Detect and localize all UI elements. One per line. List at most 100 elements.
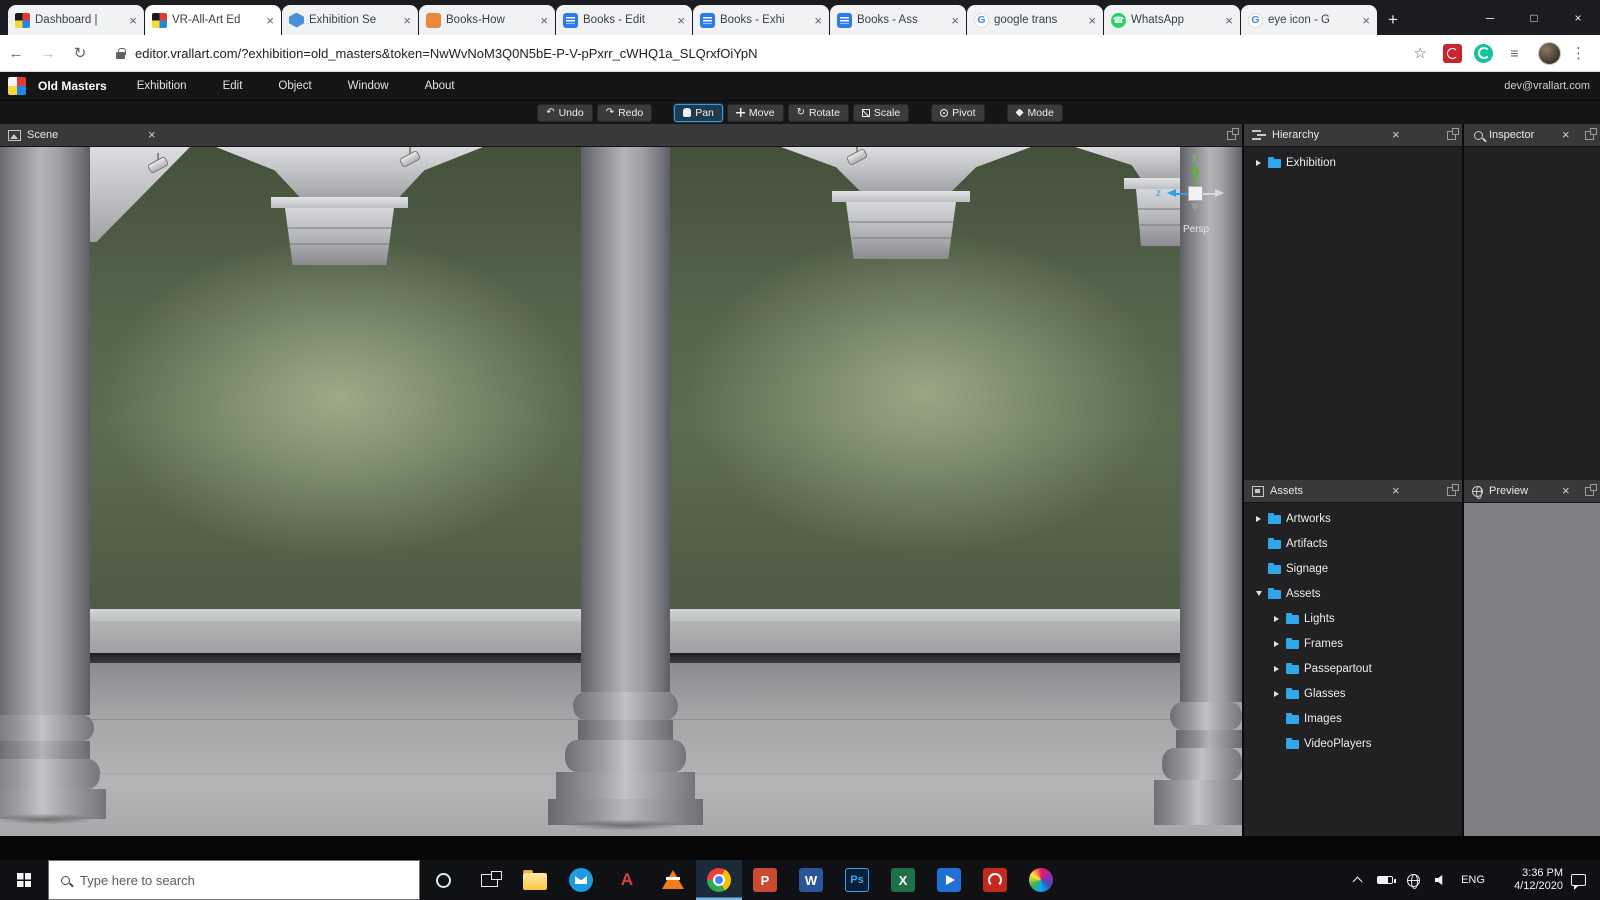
language-indicator[interactable]: ENG [1455,874,1491,886]
taskbar-app-movies[interactable] [926,860,972,900]
mode-button[interactable]: Mode [1006,103,1063,122]
assets-close-icon[interactable]: × [1392,484,1400,497]
preview-close-icon[interactable]: × [1562,484,1570,497]
assets-item-videoplayers[interactable]: VideoPlayers [1244,731,1462,756]
menu-edit[interactable]: Edit [223,80,243,92]
gizmo-projection-label[interactable]: Persp [1150,225,1242,235]
expand-arrow-icon[interactable] [1254,516,1263,522]
tab-close-icon[interactable]: × [403,14,411,27]
grammarly-extension-icon[interactable] [1474,43,1493,63]
taskbar-clock[interactable]: 3:36 PM 4/12/2020 [1499,867,1563,894]
hierarchy-close-icon[interactable]: × [1392,128,1400,141]
start-button[interactable] [0,860,48,900]
tab-close-icon[interactable]: × [677,14,685,27]
forward-icon[interactable]: → [32,45,64,62]
bookmark-star-icon[interactable]: ☆ [1414,44,1427,62]
browser-tab-books-ass[interactable]: Books - Ass × [830,5,966,35]
gizmo-y-arrowhead[interactable] [1191,165,1199,173]
assets-item-artifacts[interactable]: Artifacts [1244,531,1462,556]
corbel-bracket[interactable] [846,202,956,259]
browser-tab-google-translate[interactable]: G google trans × [967,5,1103,35]
menu-window[interactable]: Window [348,80,389,92]
assets-popout-icon[interactable] [1447,484,1459,496]
taskbar-app-file-explorer[interactable] [512,860,558,900]
https-lock-icon[interactable] [116,47,126,59]
url-text[interactable]: editor.vrallart.com/?exhibition=old_mast… [135,46,1404,61]
column-middle-shaft[interactable] [581,147,670,692]
assets-item-frames[interactable]: Frames [1244,631,1462,656]
taskbar-app-mail[interactable] [558,860,604,900]
menu-about[interactable]: About [425,80,455,92]
pdf-extension-icon[interactable] [1443,43,1462,63]
hierarchy-popout-icon[interactable] [1447,128,1459,140]
taskbar-app-paint3d[interactable] [1018,860,1064,900]
battery-indicator[interactable] [1371,860,1399,900]
task-view-button[interactable] [466,860,512,900]
assets-item-images[interactable]: Images [1244,706,1462,731]
taskbar-app-autocad[interactable]: A [604,860,650,900]
taskbar-search-input[interactable] [80,872,380,888]
gizmo-down-arrowhead[interactable] [1191,203,1199,212]
assets-item-assets[interactable]: Assets [1244,581,1462,606]
scale-tool-button[interactable]: Scale [852,103,910,122]
vrallart-logo[interactable] [8,77,26,95]
scene-viewport[interactable]: y z Persp [0,147,1242,836]
pan-tool-button[interactable]: Pan [674,103,723,122]
spotlight[interactable] [146,153,172,179]
back-icon[interactable]: ← [0,45,32,62]
browser-tab-exhibition[interactable]: Exhibition Se × [282,5,418,35]
gizmo-x-arrowhead[interactable] [1215,189,1224,197]
window-maximize-button[interactable]: □ [1512,0,1556,35]
browser-tab-books-how[interactable]: Books-How × [419,5,555,35]
column-left-shaft[interactable] [0,147,90,715]
tab-close-icon[interactable]: × [1225,14,1233,27]
new-tab-button[interactable]: + [1378,5,1408,35]
browser-tab-vrallart-editor[interactable]: VR-All-Art Ed × [145,5,281,35]
taskbar-search[interactable] [48,860,420,900]
rotate-tool-button[interactable]: ↻ Rotate [787,103,849,122]
undo-button[interactable]: ↶ Undo [537,103,593,122]
cortana-button[interactable] [420,860,466,900]
menu-object[interactable]: Object [278,80,311,92]
browser-menu-icon[interactable]: ⋮ [1571,44,1586,62]
taskbar-app-vlc[interactable] [650,860,696,900]
inspector-popout-icon[interactable] [1585,128,1597,140]
scene-popout-icon[interactable] [1227,128,1239,140]
tab-close-icon[interactable]: × [266,14,274,27]
assets-item-signage[interactable]: Signage [1244,556,1462,581]
taskbar-app-chrome[interactable] [696,860,742,900]
tab-close-icon[interactable]: × [540,14,548,27]
taskbar-app-word[interactable]: W [788,860,834,900]
window-minimize-button[interactable]: ─ [1468,0,1512,35]
expand-arrow-icon[interactable] [1272,641,1281,647]
scene-close-icon[interactable]: × [148,128,156,141]
expand-arrow-icon[interactable] [1254,160,1263,166]
gizmo-z-arrowhead[interactable] [1167,189,1176,197]
reload-icon[interactable]: ↻ [64,44,96,62]
expand-arrow-icon[interactable] [1272,666,1281,672]
tab-close-icon[interactable]: × [814,14,822,27]
orientation-gizmo[interactable]: y z Persp [1150,153,1242,241]
preview-popout-icon[interactable] [1585,484,1597,496]
assets-item-artworks[interactable]: Artworks [1244,506,1462,531]
browser-tab-dashboard[interactable]: Dashboard | × [8,5,144,35]
move-tool-button[interactable]: Move [726,103,784,122]
window-close-button[interactable]: × [1556,0,1600,35]
taskbar-app-excel[interactable]: X [880,860,926,900]
tab-close-icon[interactable]: × [1088,14,1096,27]
pivot-button[interactable]: Pivot [931,103,985,122]
browser-tab-books-edit[interactable]: Books - Edit × [556,5,692,35]
taskbar-app-photoshop[interactable]: Ps [834,860,880,900]
reading-list-extension-icon[interactable]: ≡ [1505,44,1524,63]
expand-arrow-icon[interactable] [1272,691,1281,697]
browser-tab-books-exhi[interactable]: Books - Exhi × [693,5,829,35]
tray-overflow-button[interactable] [1343,860,1371,900]
browser-tab-eye-icon[interactable]: G eye icon - G × [1241,5,1377,35]
menu-exhibition[interactable]: Exhibition [137,80,187,92]
inspector-close-icon[interactable]: × [1562,128,1570,141]
corbel-bracket[interactable] [285,208,394,265]
tab-close-icon[interactable]: × [951,14,959,27]
gizmo-center-cube[interactable] [1188,186,1203,201]
assets-item-glasses[interactable]: Glasses [1244,681,1462,706]
taskbar-app-acrobat[interactable] [972,860,1018,900]
